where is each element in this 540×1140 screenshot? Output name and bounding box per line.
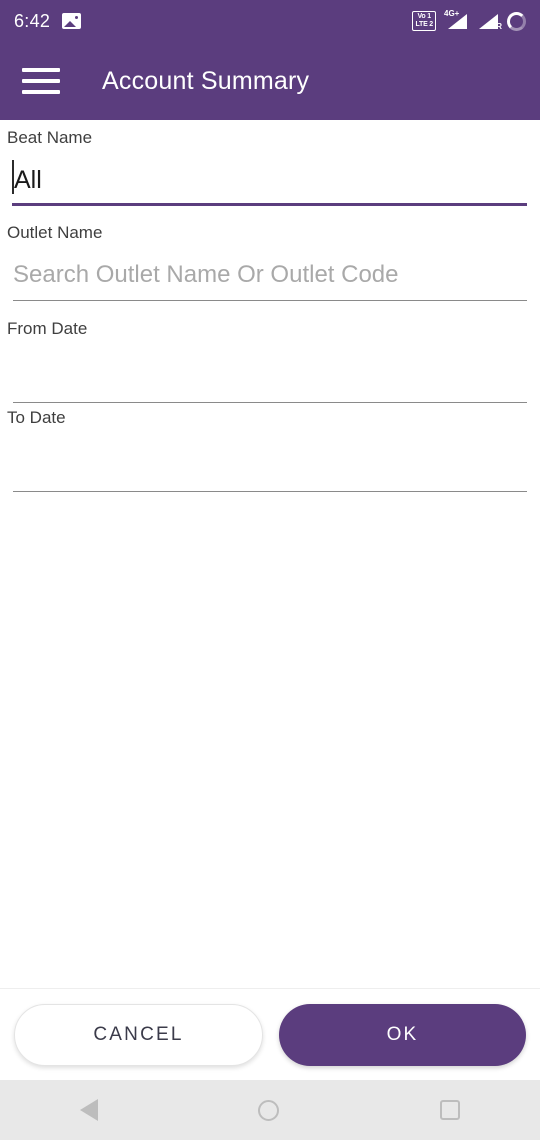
field-label-from-date: From Date — [7, 319, 88, 338]
from-date-underline — [13, 401, 527, 403]
filter-form: Beat Name All Outlet Name Search Outlet … — [0, 120, 540, 988]
hamburger-line-2 — [22, 79, 60, 83]
volte-icon: Vo 1 LTE 2 — [412, 11, 436, 31]
signal-bars-2 — [479, 14, 498, 29]
outlet-name-placeholder: Search Outlet Name Or Outlet Code — [13, 261, 399, 288]
to-date-underline — [13, 490, 527, 492]
volte-line-1: Vo 1 — [417, 13, 431, 20]
outlet-name-underline — [13, 299, 527, 301]
to-date-input[interactable] — [0, 434, 540, 492]
cancel-button[interactable]: CANCEL — [14, 1003, 263, 1066]
app-screen: 6:42 Vo 1 LTE 2 4G+ R Account Summary Be… — [0, 0, 540, 1140]
android-navigation-bar — [0, 1080, 540, 1140]
ok-button[interactable]: OK — [279, 1003, 526, 1066]
field-outlet-name: Outlet Name Search Outlet Name Or Outlet… — [0, 223, 540, 301]
field-beat-name: Beat Name All — [0, 128, 540, 206]
field-to-date: To Date — [0, 408, 540, 492]
home-circle-icon[interactable] — [258, 1099, 280, 1121]
beat-name-input[interactable]: All — [0, 154, 540, 206]
roaming-label: R — [496, 22, 502, 31]
signal-bars-1 — [448, 14, 467, 29]
status-bar-clock: 6:42 — [14, 10, 51, 31]
status-bar-right: Vo 1 LTE 2 4G+ R — [412, 9, 526, 31]
field-label-beat-name: Beat Name — [7, 128, 93, 147]
beat-name-underline — [12, 203, 527, 206]
volte-line-2: LTE 2 — [415, 21, 433, 28]
field-label-to-date: To Date — [7, 408, 66, 427]
status-bar-left: 6:42 — [14, 10, 82, 32]
page-title: Account Summary — [102, 66, 310, 95]
hamburger-menu-icon[interactable] — [22, 61, 68, 101]
hamburger-line-3 — [22, 90, 60, 94]
text-caret — [12, 160, 14, 194]
outlet-name-input[interactable]: Search Outlet Name Or Outlet Code — [0, 249, 540, 301]
image-notification-icon — [62, 13, 82, 29]
recents-square-icon[interactable] — [439, 1100, 460, 1120]
from-date-input[interactable] — [0, 345, 540, 403]
field-from-date: From Date — [0, 319, 540, 403]
app-bar: Account Summary — [0, 42, 540, 120]
field-label-outlet-name: Outlet Name — [7, 223, 103, 242]
back-triangle-icon[interactable] — [80, 1099, 99, 1121]
hamburger-line-1 — [22, 68, 60, 72]
signal-strength-sim2-icon: R — [476, 12, 502, 31]
battery-ring-icon — [507, 11, 526, 31]
status-bar: 6:42 Vo 1 LTE 2 4G+ R — [0, 0, 540, 42]
signal-strength-sim1-icon: 4G+ — [444, 9, 467, 30]
action-bar: CANCEL OK — [0, 988, 540, 1080]
beat-name-value: All — [14, 165, 42, 194]
